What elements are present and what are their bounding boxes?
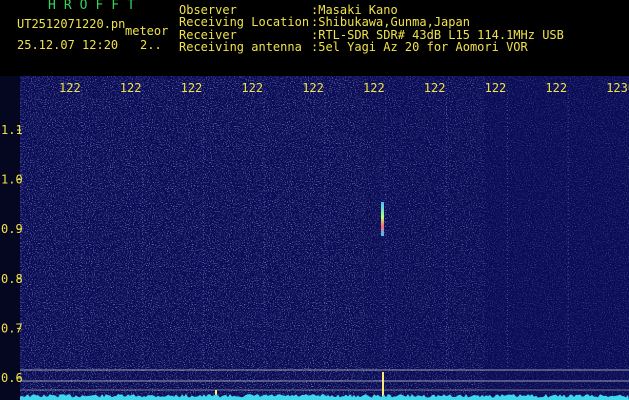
info-value: :5el Yagi Az 20 for Aomori VOR [311, 40, 528, 55]
time-tick-label: 122 [302, 81, 324, 95]
meteor-label: meteor [125, 24, 169, 38]
time-tick-label: 122 [545, 81, 567, 95]
info-label: Receiving Location [179, 15, 310, 30]
time-tick-label: 122 [120, 81, 142, 95]
time-tick-label: 122 [181, 81, 203, 95]
time-tick-label: 122 [485, 81, 507, 95]
time-tick-label: 122 [363, 81, 385, 95]
meteor-echo-trace [381, 202, 384, 236]
waterfall-spectrogram: 1221221221221221221221221221230 1.11.00.… [0, 76, 629, 400]
noise-speckle [365, 76, 485, 400]
noise-speckle [485, 76, 629, 400]
time-tick-label: 122 [241, 81, 263, 95]
info-row-antenna: Receiving antenna :5el Yagi Az 20 for Ao… [179, 40, 564, 55]
header-panel: HROFFT UT2512071220.pn meteor 25.12.07 1… [0, 0, 629, 76]
time-tick-label: 1230 [606, 81, 629, 95]
app-title: HROFFT [48, 0, 143, 13]
time-tick-label: 122 [59, 81, 81, 95]
waterfall-canvas: 1221221221221221221221221221230 1.11.00.… [0, 76, 629, 400]
time-tick-label: 122 [424, 81, 446, 95]
waterfall-background [0, 76, 629, 400]
noise-speckle [20, 76, 365, 400]
info-row-location: Receiving Location :Shibukawa,Gunma,Japa… [179, 15, 564, 30]
image-filename: UT2512071220.pn [17, 17, 126, 31]
meteor-count: 2.. [140, 38, 162, 52]
capture-timestamp: 25.12.07 12:20 [17, 38, 119, 52]
info-label: Receiving antenna [179, 40, 302, 55]
station-info: Observer :Masaki Kano Receiving Location… [179, 4, 564, 54]
info-value: :Shibukawa,Gunma,Japan [311, 15, 470, 30]
